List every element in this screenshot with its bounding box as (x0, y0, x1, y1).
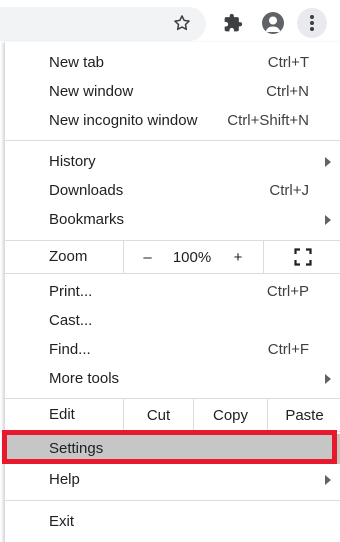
menu-item-downloads[interactable]: Downloads Ctrl+J (5, 176, 340, 205)
chrome-main-menu: New tab Ctrl+T New window Ctrl+N New inc… (4, 42, 340, 542)
menu-item-label: Print... (49, 283, 93, 300)
menu-item-label: More tools (49, 370, 120, 387)
menu-separator (5, 273, 340, 274)
shortcut-label: Ctrl+N (266, 83, 309, 100)
menu-item-find[interactable]: Find... Ctrl+F (5, 335, 340, 364)
menu-item-label: New incognito window (49, 112, 198, 129)
menu-item-label: Settings (49, 440, 104, 457)
paste-button[interactable]: Paste (267, 399, 340, 431)
submenu-arrow-icon (325, 157, 331, 167)
avatar (262, 12, 284, 34)
menu-item-new-tab[interactable]: New tab Ctrl+T (5, 48, 340, 77)
cut-button[interactable]: Cut (123, 399, 193, 431)
browser-toolbar (0, 0, 340, 44)
menu-item-new-incognito-window[interactable]: New incognito window Ctrl+Shift+N (5, 106, 340, 135)
menu-item-label: Help (49, 471, 80, 488)
shortcut-label: Ctrl+J (269, 182, 309, 199)
menu-item-bookmarks[interactable]: Bookmarks (5, 205, 340, 234)
menu-item-label: Cast... (49, 312, 93, 329)
zoom-level: 100% (172, 248, 212, 266)
menu-item-exit[interactable]: Exit (5, 507, 340, 536)
menu-item-print[interactable]: Print... Ctrl+P (5, 277, 340, 306)
edit-label: Edit (49, 406, 75, 423)
copy-button[interactable]: Copy (193, 399, 267, 431)
menu-item-label: Downloads (49, 182, 124, 199)
menu-item-history[interactable]: History (5, 147, 340, 176)
more-menu-icon[interactable] (297, 8, 327, 38)
menu-item-label: New window (49, 83, 134, 100)
menu-item-label: Bookmarks (49, 211, 125, 228)
menu-item-cast[interactable]: Cast... (5, 306, 340, 335)
profile-icon[interactable] (258, 8, 288, 38)
zoom-in-button[interactable]: + (213, 241, 263, 273)
zoom-label: Zoom (49, 248, 88, 265)
zoom-row: Zoom – 100% + (5, 241, 340, 273)
shortcut-label: Ctrl+F (267, 341, 309, 358)
menu-item-label: History (49, 153, 96, 170)
shortcut-label: Ctrl+P (266, 283, 309, 300)
menu-item-help[interactable]: Help (5, 465, 340, 494)
star-icon[interactable] (169, 10, 195, 36)
zoom-out-button[interactable]: – (123, 241, 171, 273)
menu-item-settings[interactable]: Settings (5, 434, 340, 464)
edit-row: Edit Cut Copy Paste (5, 399, 340, 431)
menu-item-label: Exit (49, 513, 75, 530)
menu-item-label: New tab (49, 54, 105, 71)
menu-item-more-tools[interactable]: More tools (5, 364, 340, 393)
menu-item-new-window[interactable]: New window Ctrl+N (5, 77, 340, 106)
shortcut-label: Ctrl+T (267, 54, 309, 71)
shortcut-label: Ctrl+Shift+N (227, 112, 309, 129)
submenu-arrow-icon (325, 475, 331, 485)
fullscreen-button[interactable] (263, 241, 340, 273)
menu-separator (5, 500, 340, 501)
submenu-arrow-icon (325, 215, 331, 225)
menu-separator (5, 431, 340, 432)
extensions-icon[interactable] (218, 8, 248, 38)
menu-separator (5, 140, 340, 141)
submenu-arrow-icon (325, 374, 331, 384)
fullscreen-icon (293, 248, 312, 266)
menu-item-label: Find... (49, 341, 91, 358)
